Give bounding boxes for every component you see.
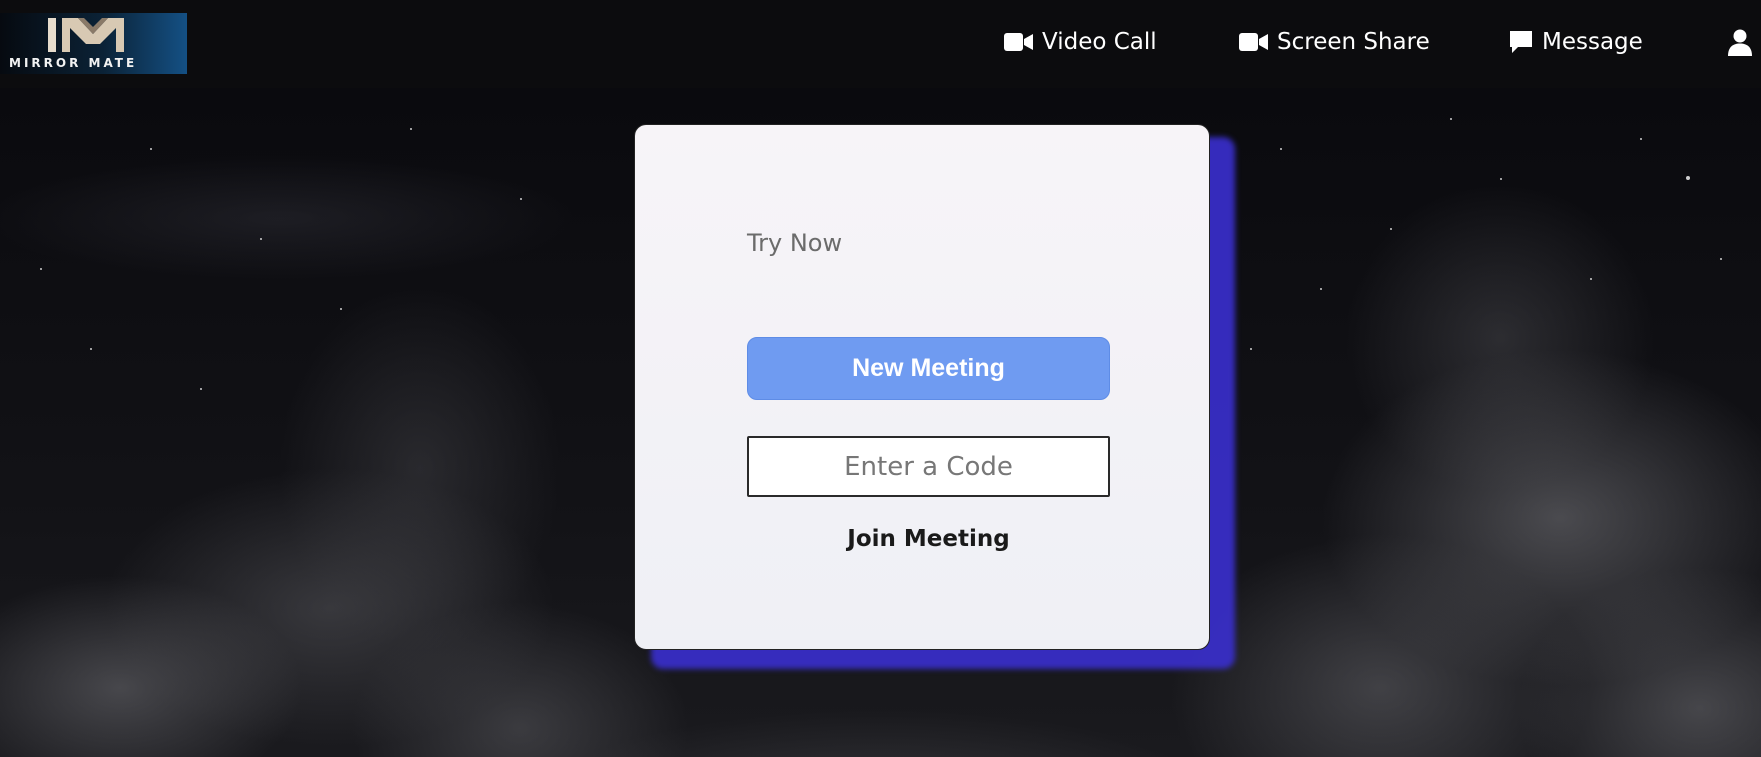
mirror-mate-logo[interactable]: MIRROR MATE (0, 13, 187, 74)
nav-label: Screen Share (1277, 29, 1430, 55)
nav-label: Video Call (1042, 29, 1157, 55)
meeting-code-input[interactable] (747, 436, 1110, 497)
top-navigation-bar: MIRROR MATE Video Call Screen Share Mess… (0, 0, 1761, 88)
nav-profile[interactable] (1728, 24, 1752, 60)
mm-logo-mark-icon (48, 18, 124, 52)
page: MIRROR MATE Video Call Screen Share Mess… (0, 0, 1761, 757)
join-meeting-button[interactable]: Join Meeting (747, 521, 1110, 557)
meeting-card: Try Now New Meeting Join Meeting (634, 124, 1210, 650)
chat-bubble-icon (1508, 29, 1534, 55)
video-camera-icon (1239, 32, 1269, 52)
nav-screen-share[interactable]: Screen Share (1239, 24, 1430, 60)
video-camera-icon (1004, 32, 1034, 52)
user-icon (1728, 28, 1752, 56)
nav-message[interactable]: Message (1508, 24, 1643, 60)
nav-label: Message (1542, 29, 1643, 55)
nav-video-call[interactable]: Video Call (1004, 24, 1157, 60)
new-meeting-button[interactable]: New Meeting (747, 337, 1110, 400)
card-heading: Try Now (747, 229, 843, 257)
logo-text: MIRROR MATE (9, 56, 138, 70)
